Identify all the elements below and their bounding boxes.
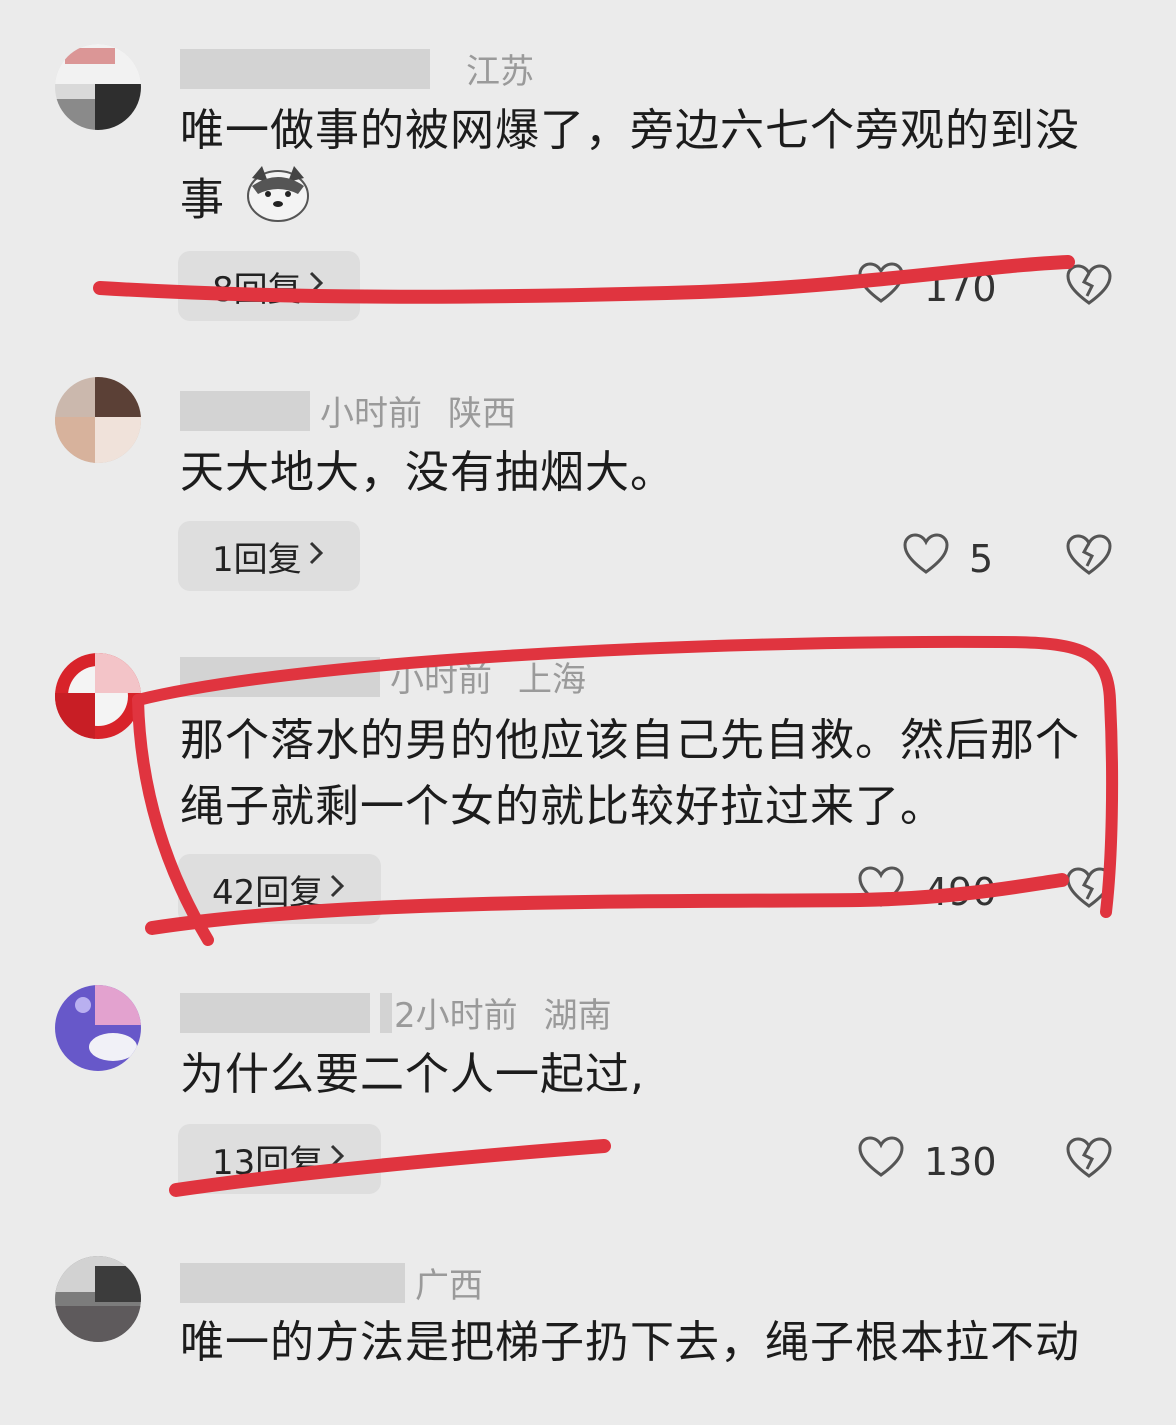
heart-outline-icon: [858, 866, 904, 917]
broken-heart-icon: [1066, 867, 1112, 913]
dislike-button[interactable]: [1066, 264, 1112, 310]
like-count: 490: [924, 869, 997, 914]
comment-location: 江苏: [466, 52, 534, 92]
comment-location: 湖南: [543, 996, 612, 1036]
like-count: 130: [924, 1139, 997, 1184]
comment-text-content: 唯一的方法是把梯子扔下去，绳子根本拉不动: [180, 1317, 1080, 1368]
comment-text: 那个落水的男的他应该自己先自救。然后那个绳子就剩一个女的就比较好拉过来了。: [180, 708, 1100, 840]
comment-meta: 小时前 陕西: [180, 386, 516, 435]
comment-text: 唯一的方法是把梯子扔下去，绳子根本拉不动: [180, 1310, 1100, 1376]
comment-list: 江苏 唯一做事的被网爆了，旁边六七个旁观的到没事 8回复 170 小时前 陕西 …: [0, 0, 1176, 1425]
comment-text-content: 为什么要二个人一起过,: [180, 1049, 645, 1100]
replies-button[interactable]: 1回复: [178, 521, 360, 591]
avatar[interactable]: [55, 44, 141, 130]
replies-button[interactable]: 42回复: [178, 854, 382, 924]
comment-location: 广西: [415, 1266, 483, 1306]
chevron-right-icon: [327, 869, 347, 909]
avatar[interactable]: [55, 985, 141, 1071]
replies-count: 13回复: [212, 1142, 324, 1183]
comment-time: 小时前: [320, 394, 422, 434]
replies-button[interactable]: 13回复: [178, 1124, 382, 1194]
avatar[interactable]: [55, 653, 141, 739]
chevron-right-icon: [306, 536, 326, 576]
comment-text: 为什么要二个人一起过,: [180, 1042, 1100, 1108]
replies-count: 8回复: [212, 269, 302, 310]
comment-meta: 江苏: [180, 44, 534, 93]
like-button[interactable]: 130: [858, 1136, 997, 1187]
replies-count: 1回复: [212, 539, 302, 580]
broken-heart-icon: [1066, 534, 1112, 580]
comment-location: 陕西: [448, 394, 516, 434]
comment-text: 唯一做事的被网爆了，旁边六七个旁观的到没事: [180, 98, 1100, 241]
username-redacted: [180, 992, 370, 1033]
broken-heart-icon: [1066, 1137, 1112, 1183]
comment-text-content: 唯一做事的被网爆了，旁边六七个旁观的到没事: [180, 105, 1080, 226]
chevron-right-icon: [327, 1139, 347, 1179]
heart-outline-icon: [903, 533, 949, 584]
dislike-button[interactable]: [1066, 867, 1112, 913]
avatar[interactable]: [55, 1256, 141, 1342]
like-button[interactable]: 5: [903, 533, 993, 584]
username-redacted: [180, 1262, 405, 1303]
heart-outline-icon: [858, 262, 904, 313]
doge-emoji-icon: [246, 164, 310, 241]
like-count: 5: [969, 536, 994, 581]
like-button[interactable]: 490: [858, 866, 997, 917]
dislike-button[interactable]: [1066, 534, 1112, 580]
comment-text: 天大地大，没有抽烟大。: [180, 440, 1100, 506]
username-redacted: [380, 992, 392, 1033]
comment-time: 小时前: [390, 660, 492, 700]
username-redacted: [180, 390, 310, 431]
broken-heart-icon: [1066, 264, 1112, 310]
avatar[interactable]: [55, 377, 141, 463]
comment-meta: 广西: [180, 1258, 483, 1307]
like-button[interactable]: 170: [858, 262, 997, 313]
comment-text-content: 那个落水的男的他应该自己先自救。然后那个绳子就剩一个女的就比较好拉过来了。: [180, 715, 1080, 832]
replies-count: 42回复: [212, 872, 324, 913]
heart-outline-icon: [858, 1136, 904, 1187]
like-count: 170: [924, 265, 997, 310]
comment-location: 上海: [518, 660, 586, 700]
comment-time: 2小时前: [394, 996, 518, 1036]
chevron-right-icon: [306, 266, 326, 306]
username-redacted: [180, 48, 430, 89]
replies-button[interactable]: 8回复: [178, 251, 360, 321]
comment-meta: 2小时前 湖南: [180, 988, 612, 1037]
username-redacted: [180, 656, 380, 697]
comment-text-content: 天大地大，没有抽烟大。: [180, 447, 675, 498]
comment-meta: 小时前 上海: [180, 652, 586, 701]
dislike-button[interactable]: [1066, 1137, 1112, 1183]
